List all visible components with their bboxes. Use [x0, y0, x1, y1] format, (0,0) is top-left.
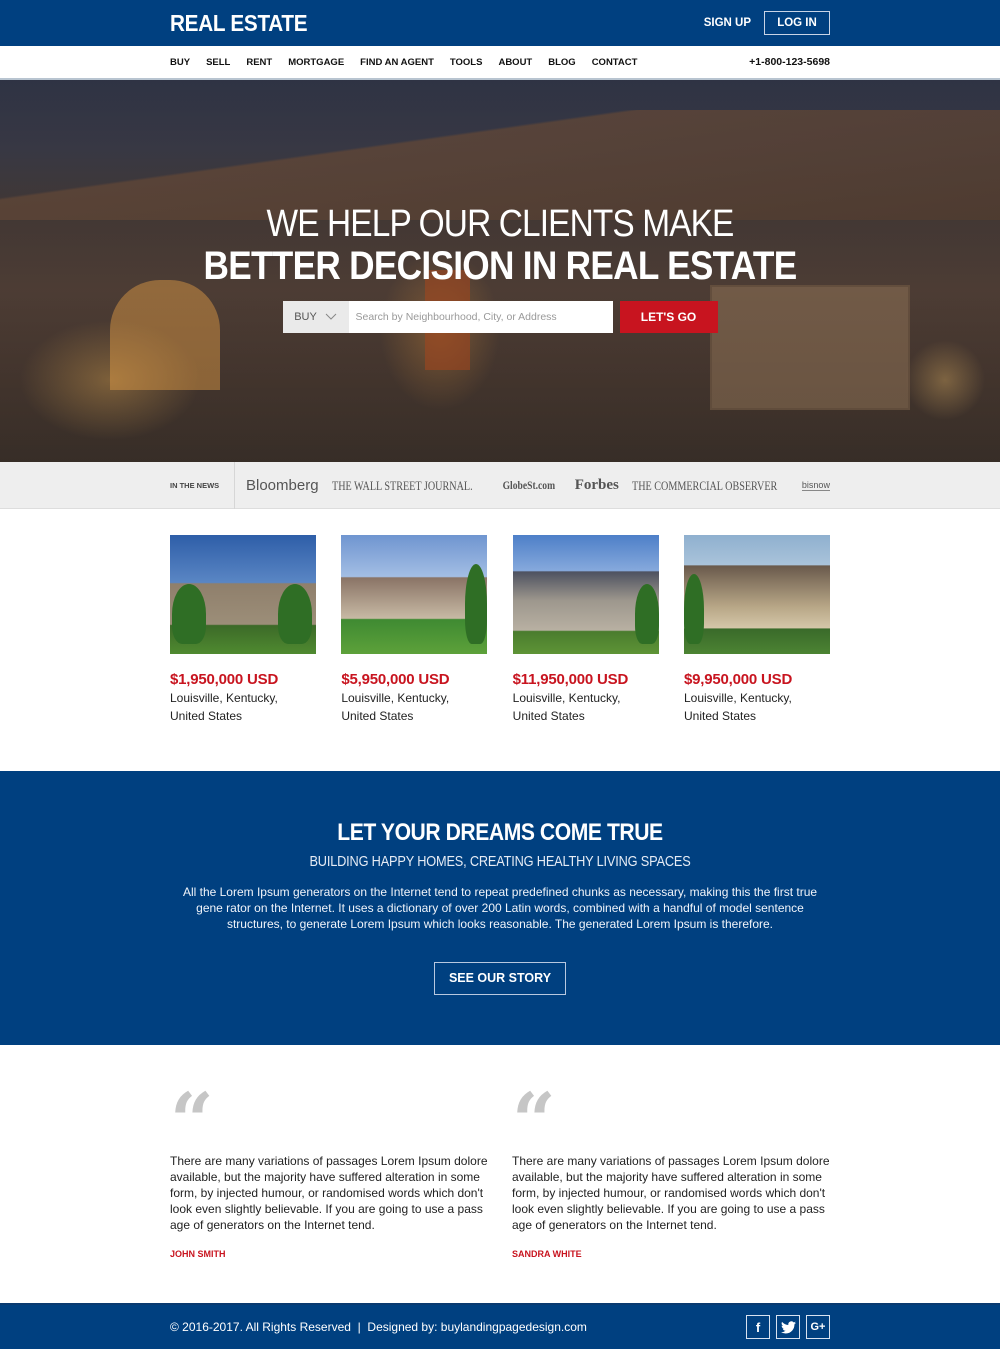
listing-photo[interactable] [683, 535, 830, 654]
listing-country: United States [170, 709, 243, 723]
tree-shape [634, 584, 659, 644]
listing-price[interactable]: $5,950,000 USD [341, 671, 487, 688]
dreams-subtitle: BUILDING HAPPY HOMES, CREATING HEALTHY L… [309, 853, 691, 870]
twitter-icon[interactable] [776, 1315, 800, 1339]
wsj-logo: THE WALL STREET JOURNAL. [331, 477, 473, 493]
dreams-section: LET YOUR DREAMS COME TRUE BUILDING HAPPY… [0, 771, 1000, 1045]
listing-card[interactable]: $1,950,000 USD Louisville, Kentucky, Uni… [170, 535, 316, 724]
nav-item-rent[interactable]: RENT [246, 57, 272, 68]
testimonial-author: SANDRA WHITE [512, 1249, 582, 1259]
tree-shape [465, 564, 488, 644]
nav-item-contact[interactable]: CONTACT [592, 57, 638, 68]
copyright-text: © 2016-2017. All Rights Reserved | Desig… [170, 1320, 587, 1334]
search-type-dropdown[interactable]: BUY [282, 301, 349, 333]
listing-price[interactable]: $11,950,000 USD [513, 671, 659, 688]
main-nav: BUY SELL RENT MORTGAGE FIND AN AGENT TOO… [0, 46, 1000, 80]
dreams-title: LET YOUR DREAMS COME TRUE [337, 819, 663, 846]
logo[interactable]: REAL ESTATE [170, 10, 308, 37]
search-type-value: BUY [294, 311, 317, 323]
listing-card[interactable]: $11,950,000 USD Louisville, Kentucky, Un… [512, 535, 659, 724]
bloomberg-logo: Bloomberg [246, 477, 319, 494]
nav-item-find-an-agent[interactable]: FIND AN AGENT [360, 57, 434, 68]
facebook-glyph: f [755, 1319, 761, 1335]
press-logos: Bloomberg THE WALL STREET JOURNAL. Globe… [235, 477, 830, 494]
in-the-news-label: IN THE NEWS [170, 462, 235, 509]
testimonials-section: “ There are many variations of passages … [0, 1045, 1000, 1303]
testimonial-text: There are many variations of passages Lo… [512, 1154, 830, 1232]
tree-shape [172, 584, 206, 644]
listing-country: United States [341, 709, 414, 723]
listings-section: $1,950,000 USD Louisville, Kentucky, Uni… [0, 509, 1000, 771]
chevron-down-icon [325, 313, 337, 320]
google-plus-glyph: G+ [810, 1321, 826, 1333]
listing-card[interactable]: $5,950,000 USD Louisville, Kentucky, Uni… [341, 535, 488, 724]
twitter-bird-glyph [780, 1320, 796, 1333]
hero-headline-bold: BETTER DECISION IN REAL ESTATE [203, 244, 798, 288]
log-in-button[interactable]: LOG IN [764, 11, 830, 35]
listing-city: Louisville, Kentucky, [341, 691, 450, 705]
tree-shape [683, 574, 704, 644]
listing-city: Louisville, Kentucky, [512, 691, 621, 705]
commercial-observer-logo: THE COMMERCIAL OBSERVER [632, 477, 778, 493]
in-the-news-bar: IN THE NEWS Bloomberg THE WALL STREET JO… [0, 462, 1000, 509]
nav-item-mortgage[interactable]: MORTGAGE [288, 57, 344, 68]
tree-shape [278, 584, 312, 644]
social-links: f G+ [746, 1315, 830, 1339]
listing-photo[interactable] [512, 535, 659, 654]
listing-country: United States [683, 709, 757, 723]
listing-photo[interactable] [170, 535, 316, 654]
nav-menu: BUY SELL RENT MORTGAGE FIND AN AGENT TOO… [170, 57, 653, 68]
nav-item-buy[interactable]: BUY [170, 57, 190, 68]
see-our-story-button[interactable]: SEE OUR STORY [434, 962, 566, 995]
auth-links: SIGN UP LOG IN [704, 11, 830, 35]
facebook-icon[interactable]: f [746, 1315, 770, 1339]
hero-content: WE HELP OUR CLIENTS MAKE BETTER DECISION… [0, 204, 1000, 333]
listing-photo[interactable] [341, 535, 488, 654]
forbes-logo: Forbes [574, 477, 619, 493]
listing-country: United States [512, 709, 585, 723]
top-bar: REAL ESTATE SIGN UP LOG IN [0, 0, 1000, 46]
nav-item-sell[interactable]: SELL [206, 57, 230, 68]
quote-icon: “ [512, 1076, 556, 1165]
lets-go-button[interactable]: LET'S GO [619, 301, 718, 333]
hero-section: WE HELP OUR CLIENTS MAKE BETTER DECISION… [0, 80, 1000, 462]
bisnow-logo: bisnow [801, 480, 830, 491]
nav-item-tools[interactable]: TOOLS [450, 57, 483, 68]
listing-city: Louisville, Kentucky, [170, 691, 278, 705]
nav-item-blog[interactable]: BLOG [548, 57, 575, 68]
phone-number[interactable]: +1-800-123-5698 [749, 56, 830, 68]
listing-price[interactable]: $9,950,000 USD [684, 671, 830, 688]
search-input[interactable] [348, 301, 613, 333]
dreams-body: All the Lorem Ipsum generators on the In… [182, 885, 818, 931]
hero-headline-light: WE HELP OUR CLIENTS MAKE [266, 203, 735, 245]
sign-up-link[interactable]: SIGN UP [704, 17, 751, 29]
testimonial-author: JOHN SMITH [170, 1249, 226, 1259]
quote-icon: “ [170, 1076, 214, 1165]
globest-logo: GlobeSt.com [502, 478, 555, 492]
search-bar: BUY LET'S GO [0, 301, 1000, 333]
testimonial: “ There are many variations of passages … [170, 1076, 488, 1260]
footer: © 2016-2017. All Rights Reserved | Desig… [0, 1303, 1000, 1349]
listing-price[interactable]: $1,950,000 USD [170, 671, 316, 688]
nav-item-about[interactable]: ABOUT [498, 57, 532, 68]
google-plus-icon[interactable]: G+ [806, 1315, 830, 1339]
listing-city: Louisville, Kentucky, [683, 691, 792, 705]
testimonial-text: There are many variations of passages Lo… [170, 1154, 488, 1232]
listing-card[interactable]: $9,950,000 USD Louisville, Kentucky, Uni… [683, 535, 830, 724]
testimonial: “ There are many variations of passages … [512, 1076, 830, 1260]
